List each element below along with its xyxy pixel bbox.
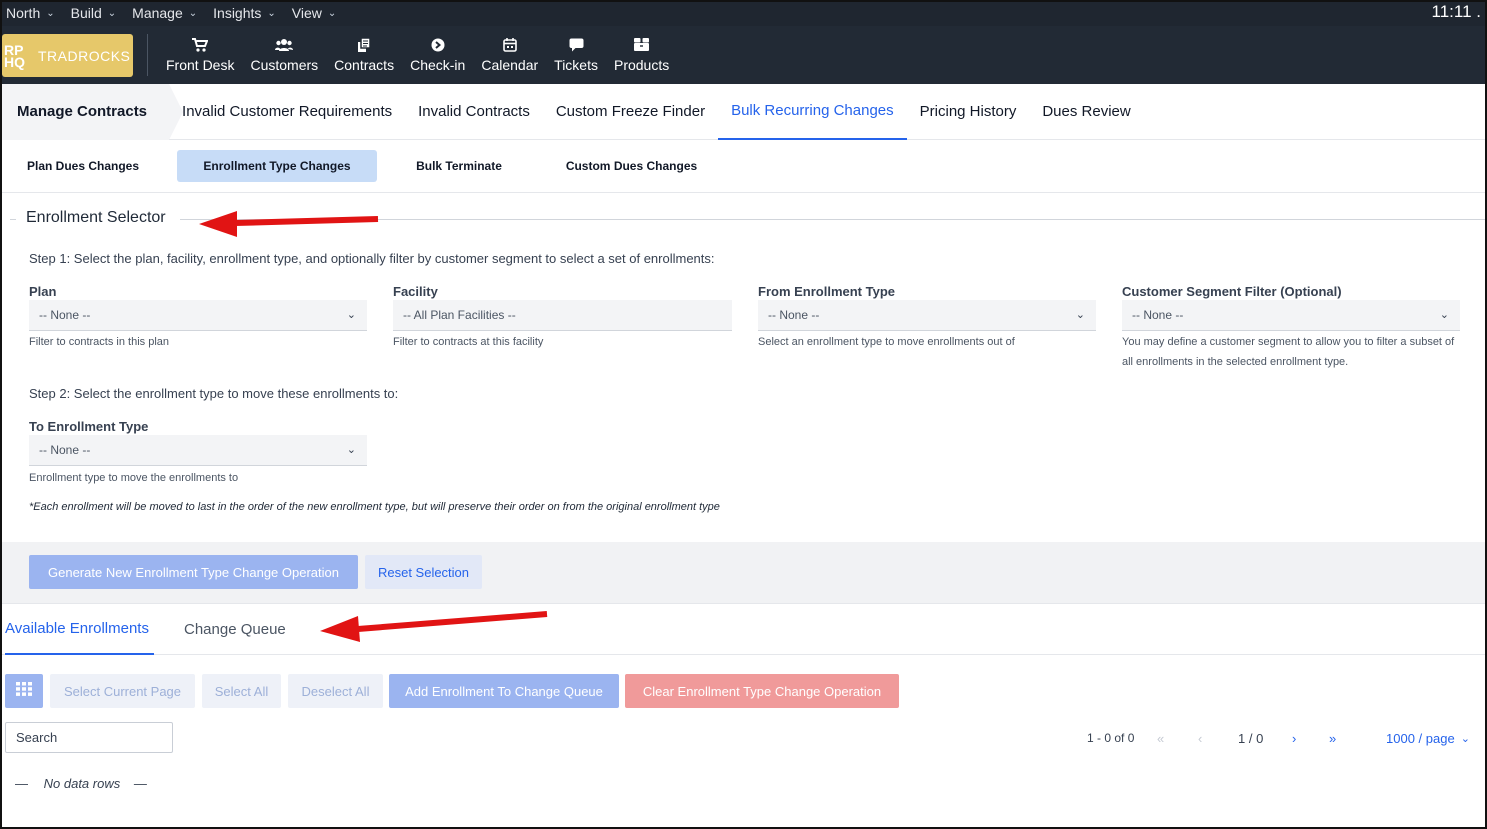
- page-indicator: 1 / 0: [1238, 730, 1264, 746]
- divider: [10, 219, 16, 220]
- menu-insights[interactable]: Insights ⌄: [205, 0, 284, 26]
- reset-selection-button[interactable]: Reset Selection: [365, 555, 482, 589]
- breadcrumb[interactable]: Manage Contracts: [0, 83, 184, 140]
- add-to-change-queue-button[interactable]: Add Enrollment To Change Queue: [389, 674, 619, 708]
- chevron-down-icon: ⌄: [188, 7, 198, 19]
- subtab-plan-dues-changes[interactable]: Plan Dues Changes: [14, 150, 152, 182]
- from-enrollment-type-select[interactable]: -- None -- ⌄: [758, 300, 1096, 331]
- chevron-down-icon: ⌄: [1460, 732, 1470, 745]
- subtab-bulk-terminate[interactable]: Bulk Terminate: [400, 150, 518, 182]
- brand-logo[interactable]: RP HQ TRADROCKS: [2, 34, 133, 77]
- clear-operation-button[interactable]: Clear Enrollment Type Change Operation: [625, 674, 899, 708]
- facility-hint: Filter to contracts at this facility: [393, 336, 544, 348]
- first-page-icon[interactable]: «: [1157, 728, 1164, 748]
- nav-products[interactable]: Products: [606, 26, 677, 84]
- nav-divider: [147, 34, 148, 76]
- menu-north[interactable]: North ⌄: [0, 0, 63, 26]
- customer-segment-label: Customer Segment Filter (Optional): [1122, 284, 1342, 299]
- selector-actions: Generate New Enrollment Type Change Oper…: [0, 542, 1487, 604]
- plan-label: Plan: [29, 284, 57, 299]
- from-enrollment-type-hint: Select an enrollment type to move enroll…: [758, 336, 1015, 348]
- facility-label: Facility: [393, 284, 438, 299]
- ordering-note: *Each enrollment will be moved to last i…: [29, 501, 720, 513]
- documents-icon: [357, 36, 371, 56]
- chevron-down-icon: ⌄: [107, 7, 117, 19]
- chevron-down-icon: ⌄: [327, 7, 337, 19]
- plan-select[interactable]: -- None -- ⌄: [29, 300, 367, 331]
- tab-dues-review[interactable]: Dues Review: [1029, 84, 1143, 140]
- select-all-button[interactable]: Select All: [202, 674, 281, 708]
- column-chooser-button[interactable]: [5, 674, 43, 708]
- last-page-icon[interactable]: »: [1329, 728, 1336, 748]
- tab-bulk-recurring-changes[interactable]: Bulk Recurring Changes: [718, 84, 907, 140]
- menu-build[interactable]: Build ⌄: [63, 0, 125, 26]
- contracts-tab-bar: Manage Contracts Invalid Customer Requir…: [0, 83, 1487, 140]
- customer-segment-select[interactable]: -- None -- ⌄: [1122, 300, 1460, 331]
- tab-pricing-history[interactable]: Pricing History: [907, 84, 1030, 140]
- brand-mark: RP HQ: [4, 41, 25, 70]
- pagination-range: 1 - 0 of 0: [1087, 731, 1135, 745]
- cart-icon: [192, 37, 209, 56]
- chevron-down-icon: ⌄: [1075, 309, 1085, 321]
- annotation-arrow: [199, 211, 379, 237]
- step2-instructions: Step 2: Select the enrollment type to mo…: [29, 386, 399, 401]
- deselect-all-button[interactable]: Deselect All: [288, 674, 383, 708]
- empty-state: — No data rows —: [15, 776, 147, 791]
- search-input[interactable]: Search: [5, 722, 173, 753]
- next-page-icon[interactable]: ›: [1292, 728, 1296, 748]
- arrow-circle-icon: [431, 38, 445, 56]
- tab-available-enrollments[interactable]: Available Enrollments: [5, 604, 154, 655]
- plan-hint: Filter to contracts in this plan: [29, 336, 170, 348]
- menu-view[interactable]: View ⌄: [284, 0, 344, 26]
- to-enrollment-type-hint: Enrollment type to move the enrollments …: [29, 472, 239, 484]
- clock: 11:11 .: [1431, 2, 1481, 21]
- chevron-down-icon: ⌄: [267, 7, 276, 19]
- tab-invalid-customer-requirements[interactable]: Invalid Customer Requirements: [169, 84, 405, 140]
- calendar-icon: [502, 37, 517, 56]
- tab-invalid-contracts[interactable]: Invalid Contracts: [405, 84, 543, 140]
- chevron-down-icon: ⌄: [46, 7, 55, 19]
- boxes-icon: [633, 37, 650, 56]
- nav-customers[interactable]: Customers: [242, 26, 326, 84]
- section-title: Enrollment Selector: [26, 209, 166, 226]
- tab-custom-freeze-finder[interactable]: Custom Freeze Finder: [543, 84, 718, 140]
- nav-calendar[interactable]: Calendar: [473, 26, 546, 84]
- main-nav-bar: RP HQ TRADROCKS Front Desk Customers Con…: [0, 26, 1487, 84]
- nav-front-desk[interactable]: Front Desk: [158, 26, 242, 84]
- to-enrollment-type-label: To Enrollment Type: [29, 419, 149, 434]
- from-enrollment-type-label: From Enrollment Type: [758, 284, 895, 299]
- select-current-page-button[interactable]: Select Current Page: [50, 674, 195, 708]
- menu-manage[interactable]: Manage ⌄: [124, 0, 205, 26]
- tab-change-queue[interactable]: Change Queue: [184, 604, 286, 655]
- chat-bubble-icon: [569, 38, 584, 56]
- enrollments-tab-bar: Available Enrollments Change Queue: [0, 604, 1487, 655]
- chevron-down-icon: ⌄: [346, 309, 356, 321]
- nav-check-in[interactable]: Check-in: [402, 26, 473, 84]
- grid-icon: [16, 681, 32, 701]
- system-menu-bar: North ⌄ Build ⌄ Manage ⌄ Insights ⌄ View ⌄ 11…: [0, 0, 1487, 26]
- facility-select[interactable]: -- All Plan Facilities --: [393, 300, 732, 331]
- prev-page-icon[interactable]: ‹: [1198, 728, 1202, 748]
- nav-contracts[interactable]: Contracts: [326, 26, 402, 84]
- annotation-arrow: [320, 611, 548, 642]
- users-icon: [275, 38, 294, 56]
- to-enrollment-type-select[interactable]: -- None -- ⌄: [29, 435, 367, 466]
- customer-segment-hint: You may define a customer segment to all…: [1122, 336, 1455, 368]
- page-size-select[interactable]: 1000 / page ⌄: [1386, 728, 1470, 748]
- generate-operation-button[interactable]: Generate New Enrollment Type Change Oper…: [29, 555, 358, 589]
- brand-name: TRADROCKS: [38, 47, 131, 64]
- chevron-down-icon: ⌄: [1439, 309, 1449, 321]
- nav-tickets[interactable]: Tickets: [546, 26, 606, 84]
- bulk-changes-subtab-bar: Plan Dues Changes Enrollment Type Change…: [0, 140, 1487, 193]
- step1-instructions: Step 1: Select the plan, facility, enrol…: [29, 251, 715, 266]
- chevron-down-icon: ⌄: [346, 444, 356, 456]
- subtab-enrollment-type-changes[interactable]: Enrollment Type Changes: [177, 150, 377, 182]
- subtab-custom-dues-changes[interactable]: Custom Dues Changes: [550, 150, 713, 182]
